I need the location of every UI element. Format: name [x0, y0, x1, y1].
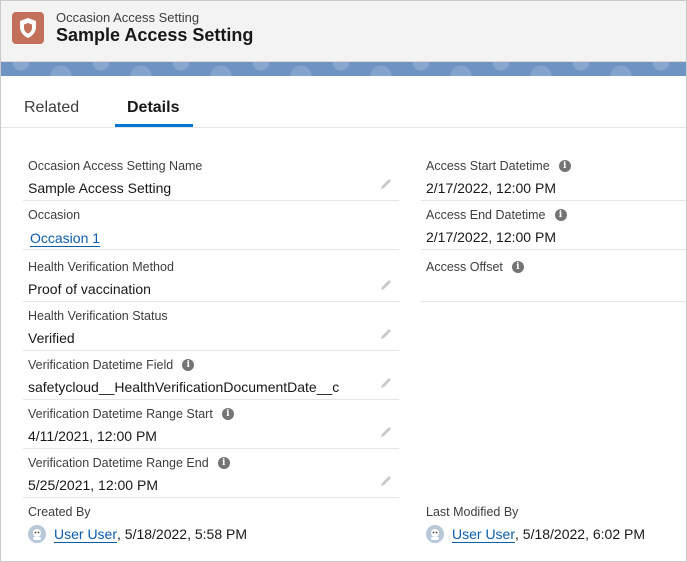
- created-by-value: User User , 5/18/2022, 5:58 PM: [28, 525, 247, 543]
- record-header: Occasion Access Setting Sample Access Se…: [1, 1, 686, 62]
- field-access-end-datetime: Access End Datetime i 2/17/2022, 12:00 PM: [421, 201, 686, 250]
- pencil-icon[interactable]: [379, 177, 393, 191]
- field-last-modified-by: Last Modified By User User , 5/18/2022, …: [421, 498, 686, 547]
- field-health-verification-status: Health Verification Status Verified: [23, 302, 399, 351]
- field-occasion: Occasion Occasion 1: [23, 201, 399, 250]
- shield-icon: [12, 12, 44, 44]
- field-value: 2/17/2022, 12:00 PM: [426, 180, 556, 196]
- object-type-label: Occasion Access Setting: [56, 10, 200, 25]
- field-value: safetycloud__HealthVerificationDocumentD…: [28, 379, 340, 395]
- info-icon[interactable]: i: [217, 457, 230, 469]
- tab-bar: Related Details: [1, 76, 686, 128]
- record-page: Occasion Access Setting Sample Access Se…: [0, 0, 687, 562]
- field-label: Access End Datetime i: [426, 208, 567, 222]
- field-access-start-datetime: Access Start Datetime i 2/17/2022, 12:00 …: [421, 152, 686, 201]
- field-label: Verification Datetime Range Start i: [28, 407, 234, 421]
- info-icon[interactable]: i: [558, 160, 571, 172]
- tab-related[interactable]: Related: [24, 99, 79, 117]
- created-by-date: , 5/18/2022, 5:58 PM: [117, 526, 247, 542]
- pencil-icon[interactable]: [379, 327, 393, 341]
- pencil-icon[interactable]: [379, 278, 393, 292]
- field-health-verification-method: Health Verification Method Proof of vacc…: [23, 253, 399, 302]
- last-modified-by-user-link[interactable]: User User: [452, 526, 515, 542]
- info-icon[interactable]: i: [221, 408, 234, 420]
- field-verification-range-start: Verification Datetime Range Start i 4/11/…: [23, 400, 399, 449]
- occasion-link[interactable]: Occasion 1: [30, 230, 100, 246]
- page-title: Sample Access Setting: [56, 25, 254, 45]
- last-modified-by-value: User User , 5/18/2022, 6:02 PM: [426, 525, 645, 543]
- field-verification-datetime-field: Verification Datetime Field i safetycloud…: [23, 351, 399, 400]
- field-label: Access Offset i: [426, 260, 524, 274]
- decorative-band: [1, 62, 686, 76]
- pencil-icon[interactable]: [379, 425, 393, 439]
- tab-details[interactable]: Details: [127, 99, 179, 117]
- field-label: Occasion Access Setting Name: [28, 159, 203, 173]
- field-label: Occasion: [28, 208, 81, 222]
- field-label: Created By: [28, 505, 91, 519]
- field-value: Verified: [28, 330, 75, 346]
- avatar: [28, 525, 46, 543]
- pencil-icon[interactable]: [379, 376, 393, 390]
- field-label: Health Verification Method: [28, 260, 174, 274]
- field-value: 4/11/2021, 12:00 PM: [28, 428, 157, 444]
- field-label: Verification Datetime Range End i: [28, 456, 230, 470]
- info-icon[interactable]: i: [554, 209, 567, 221]
- field-access-offset: Access Offset i: [421, 253, 686, 302]
- field-occasion-access-setting-name: Occasion Access Setting Name Sample Acce…: [23, 152, 399, 201]
- last-modified-by-date: , 5/18/2022, 6:02 PM: [515, 526, 645, 542]
- field-label: Access Start Datetime i: [426, 159, 571, 173]
- field-label: Verification Datetime Field i: [28, 358, 195, 372]
- pencil-icon[interactable]: [379, 474, 393, 488]
- created-by-user-link[interactable]: User User: [54, 526, 117, 542]
- field-label: Health Verification Status: [28, 309, 168, 323]
- field-value: 2/17/2022, 12:00 PM: [426, 229, 556, 245]
- field-created-by: Created By User User , 5/18/2022, 5:58 P…: [23, 498, 399, 547]
- info-icon[interactable]: i: [511, 261, 524, 273]
- field-value-wrap: Occasion 1: [30, 230, 100, 246]
- field-value: 5/25/2021, 12:00 PM: [28, 477, 158, 493]
- active-tab-indicator: [115, 124, 193, 127]
- field-verification-range-end: Verification Datetime Range End i 5/25/20…: [23, 449, 399, 498]
- field-value: Sample Access Setting: [28, 180, 172, 196]
- avatar: [426, 525, 444, 543]
- info-icon[interactable]: i: [182, 359, 195, 371]
- field-label: Last Modified By: [426, 505, 519, 519]
- field-value: Proof of vaccination: [28, 281, 151, 297]
